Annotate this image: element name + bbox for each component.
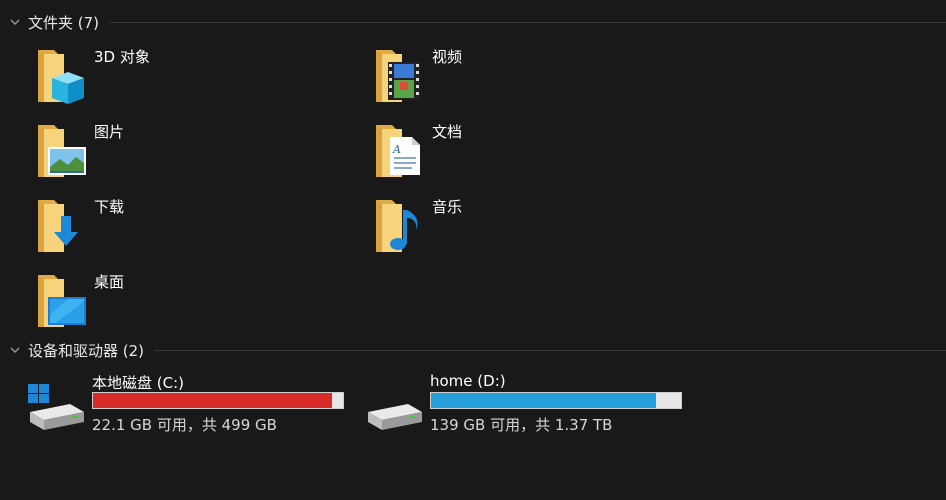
folder-documents[interactable]: A 文档 bbox=[372, 121, 672, 185]
chevron-down-icon[interactable] bbox=[8, 15, 22, 29]
section-title: 设备和驱动器 (2) bbox=[28, 341, 145, 360]
drive-usage-fill bbox=[431, 393, 656, 408]
pictures-folder-icon bbox=[38, 125, 86, 177]
folder-3d-objects[interactable]: 3D 对象 bbox=[34, 46, 334, 110]
desktop-folder-icon bbox=[38, 275, 86, 327]
devices-section-header[interactable]: 设备和驱动器 (2) bbox=[8, 338, 946, 362]
svg-text:A: A bbox=[392, 143, 401, 156]
folder-label: 下载 bbox=[94, 198, 125, 216]
folders-section-header[interactable]: 文件夹 (7) bbox=[8, 10, 946, 34]
folder-downloads[interactable]: 下载 bbox=[34, 196, 334, 260]
documents-folder-icon: A bbox=[376, 125, 420, 177]
drive-size-text: 139 GB 可用，共 1.37 TB bbox=[430, 416, 613, 434]
music-folder-icon bbox=[376, 200, 418, 252]
chevron-down-icon[interactable] bbox=[8, 343, 22, 357]
folder-desktop[interactable]: 桌面 bbox=[34, 271, 334, 335]
drive-c[interactable]: 本地磁盘 (C:) 22.1 GB 可用，共 499 GB bbox=[26, 374, 346, 438]
hard-drive-icon bbox=[368, 404, 422, 430]
drive-size-text: 22.1 GB 可用，共 499 GB bbox=[92, 416, 277, 434]
windows-drive-icon bbox=[28, 384, 84, 430]
drive-usage-bar bbox=[92, 392, 344, 409]
3d-objects-folder-icon bbox=[38, 50, 84, 104]
folder-label: 视频 bbox=[432, 48, 463, 66]
section-title: 文件夹 (7) bbox=[28, 13, 100, 32]
videos-folder-icon bbox=[376, 50, 420, 102]
folder-videos[interactable]: 视频 bbox=[372, 46, 672, 110]
section-divider bbox=[109, 21, 946, 23]
folder-label: 桌面 bbox=[94, 273, 125, 291]
drive-usage-fill bbox=[93, 393, 332, 408]
folder-label: 3D 对象 bbox=[94, 48, 150, 66]
folder-label: 图片 bbox=[94, 123, 125, 141]
folder-music[interactable]: 音乐 bbox=[372, 196, 672, 260]
drive-usage-bar bbox=[430, 392, 682, 409]
section-divider bbox=[154, 349, 946, 351]
folder-label: 音乐 bbox=[432, 198, 463, 216]
drive-name: 本地磁盘 (C:) bbox=[92, 374, 184, 392]
folder-label: 文档 bbox=[432, 123, 463, 141]
drive-d[interactable]: home (D:) 139 GB 可用，共 1.37 TB bbox=[364, 372, 684, 438]
downloads-folder-icon bbox=[38, 200, 78, 252]
drive-name: home (D:) bbox=[430, 372, 506, 390]
folder-pictures[interactable]: 图片 bbox=[34, 121, 334, 185]
